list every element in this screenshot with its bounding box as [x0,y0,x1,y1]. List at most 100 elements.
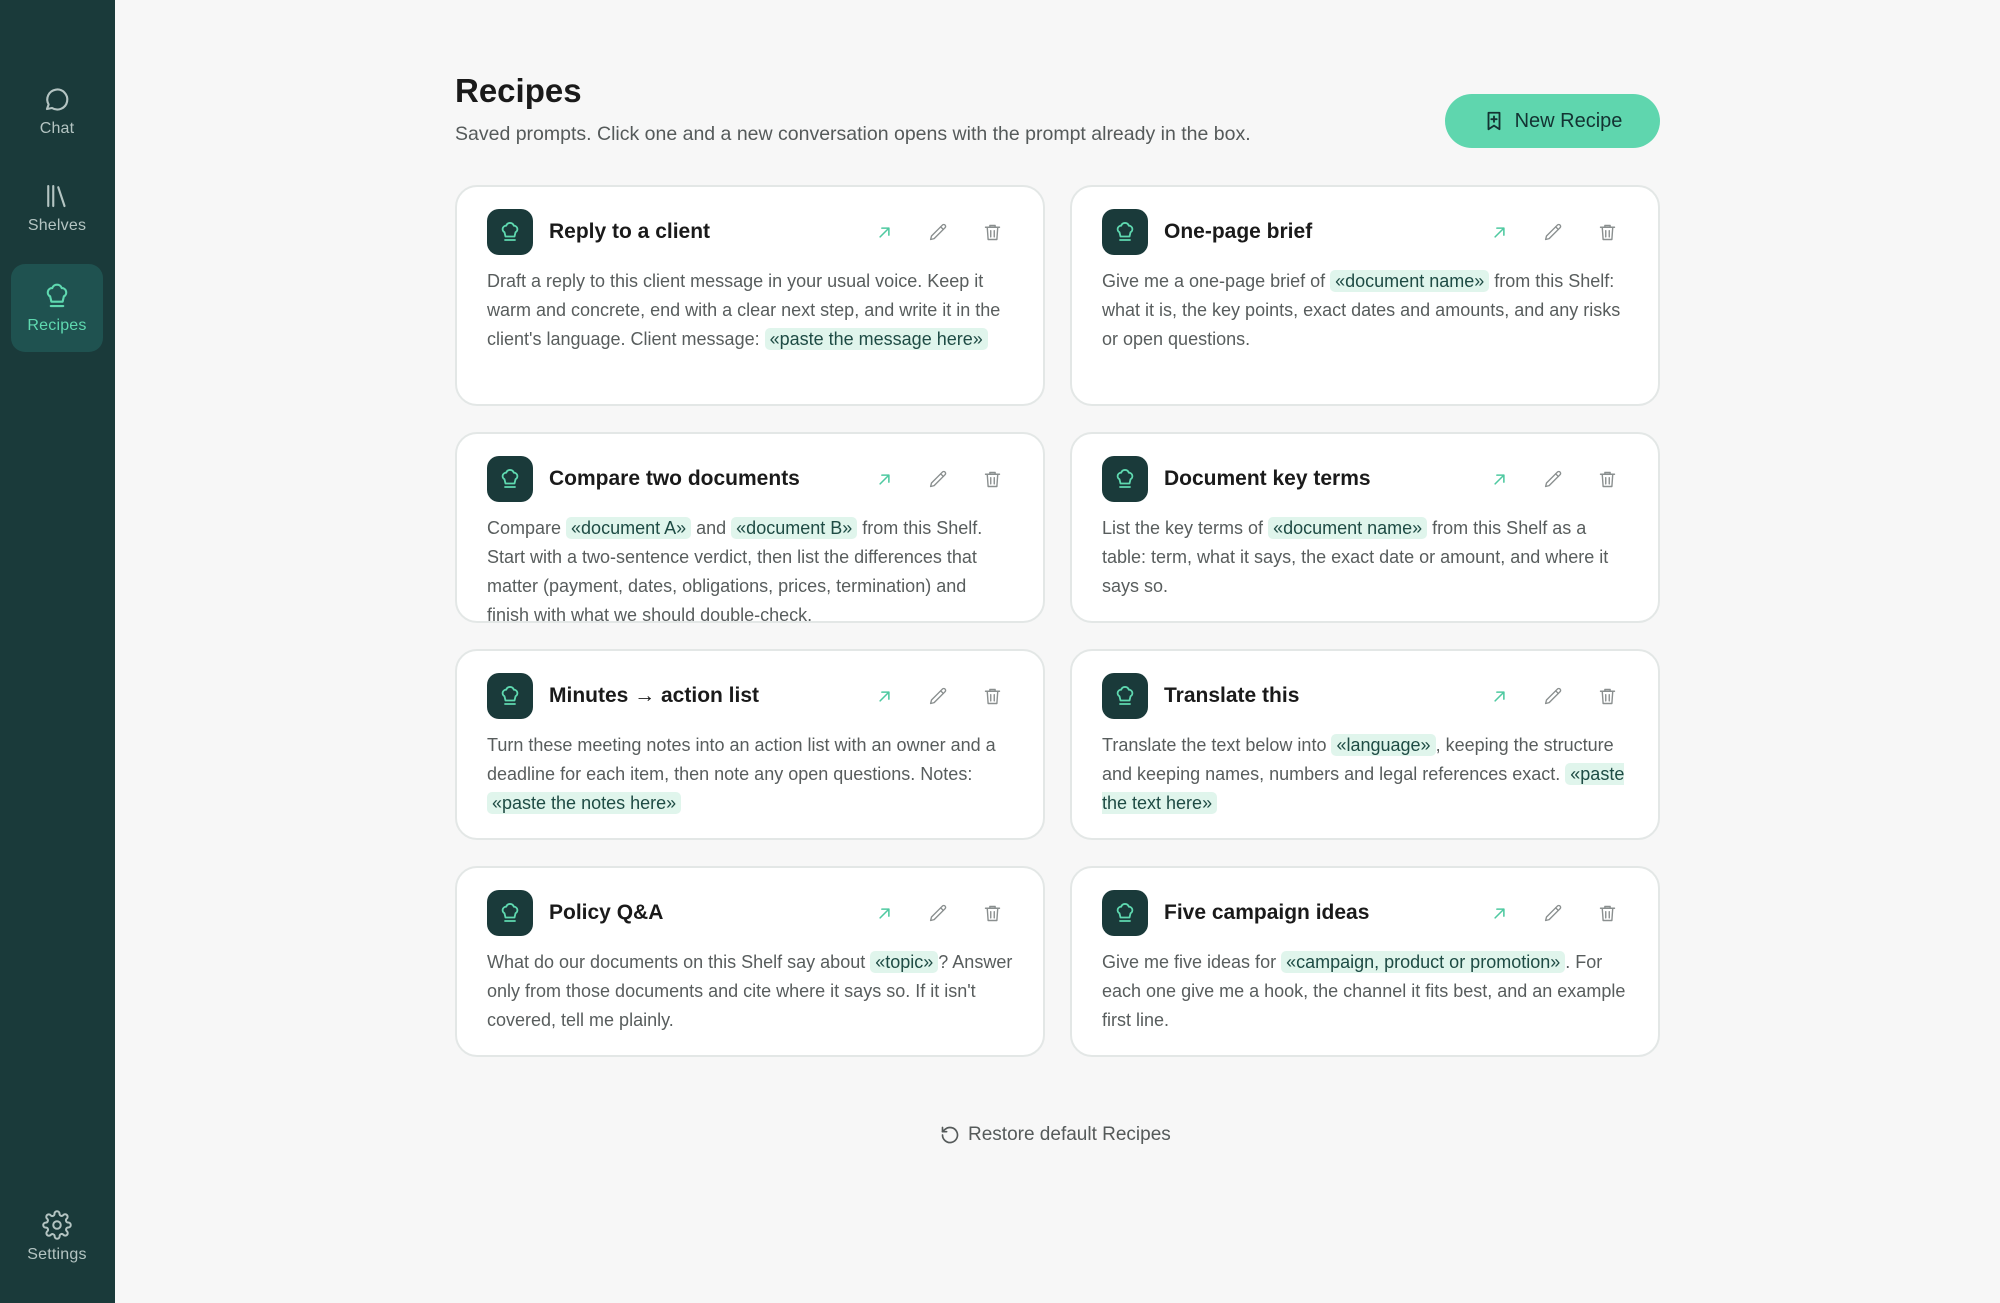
arrow-up-right-icon [878,907,890,919]
nav-item-chat[interactable]: Chat [11,67,103,155]
new-recipe-button[interactable]: New Recipe [1445,94,1660,148]
recipe-header: Minutes → action list [487,673,1013,719]
nav-item-recipes[interactable]: Recipes [11,264,103,352]
placeholder-token: «campaign, product or promotion» [1281,951,1566,973]
pencil-icon [1544,904,1561,921]
recipe-card[interactable]: Document key terms List the key terms of … [1070,432,1660,623]
restore-defaults-button[interactable]: Restore default Recipes [940,1124,1171,1146]
placeholder-token: «language» [1331,734,1436,756]
pencil-icon [929,904,946,921]
trash-icon [1599,471,1615,487]
pencil-icon [929,223,946,240]
recipe-text: and [691,518,732,538]
recipe-card[interactable]: Policy Q&A What do our documents on this … [455,866,1045,1057]
recipe-prompt: Translate the text below into «language»… [1102,731,1628,818]
recipe-card[interactable]: One-page brief Give me a one-page brief o… [1070,185,1660,406]
rotate-ccw-icon [941,1126,959,1144]
recipe-title: Document key terms [1164,467,1371,490]
recipe-text: Give me a one-page brief of [1102,271,1331,291]
edit-recipe-button[interactable] [911,212,965,252]
delete-recipe-button[interactable] [1580,893,1634,933]
recipe-text: Turn these meeting notes into an action … [487,735,996,784]
trash-icon [1599,905,1615,921]
recipe-title: Minutes → action list [549,684,760,707]
pencil-icon [929,470,946,487]
recipe-card[interactable]: Translate this Translate the text below i… [1070,649,1660,840]
delete-recipe-button[interactable] [965,212,1019,252]
recipe-header: Translate this [1102,673,1628,719]
recipe-header: One-page brief [1102,209,1628,255]
nav-label-chat: Chat [39,120,75,137]
arrow-up-right-icon [1493,473,1505,485]
edit-recipe-button[interactable] [1526,459,1580,499]
recipe-header: Policy Q&A [487,890,1013,936]
recipe-card[interactable]: Compare two documents Compare «document A… [455,432,1045,625]
delete-recipe-button[interactable] [1580,212,1634,252]
chef-hat-icon [501,222,519,241]
edit-recipe-button[interactable] [1526,676,1580,716]
recipe-text: Compare [487,518,567,538]
trash-icon [1599,688,1615,704]
delete-recipe-button[interactable] [965,459,1019,499]
pencil-icon [1544,687,1561,704]
recipe-title: Policy Q&A [549,901,664,924]
placeholder-token: «document B» [731,517,858,539]
main-content: Recipes Saved prompts. Click one and a n… [455,0,1660,1303]
recipe-card[interactable]: Minutes → action list Turn these meeting … [455,649,1045,840]
recipe-prompt: Draft a reply to this client message in … [487,267,1013,354]
recipe-actions [1472,212,1634,252]
edit-recipe-button[interactable] [911,459,965,499]
recipe-prompt: Compare «document A» and «document B» fr… [487,514,1013,630]
arrow-up-right-icon [878,226,890,238]
placeholder-token: «document name» [1268,517,1428,539]
recipe-actions [857,893,1019,933]
open-recipe-button[interactable] [857,212,911,252]
nav-item-shelves[interactable]: Shelves [11,164,103,252]
recipe-prompt: Give me five ideas for «campaign, produc… [1102,948,1628,1035]
bookmark-plus-icon [1487,111,1500,131]
edit-recipe-button[interactable] [1526,893,1580,933]
recipe-actions [857,459,1019,499]
recipe-prompt: Turn these meeting notes into an action … [487,731,1013,818]
recipe-title: Translate this [1164,684,1300,707]
chef-hat-icon [501,686,519,705]
recipe-icon-tile [1102,456,1148,502]
open-recipe-button[interactable] [1472,459,1526,499]
arrow-up-right-icon [878,690,890,702]
delete-recipe-button[interactable] [965,893,1019,933]
pencil-icon [929,687,946,704]
trash-icon [984,688,1000,704]
edit-recipe-button[interactable] [1526,212,1580,252]
open-recipe-button[interactable] [1472,676,1526,716]
recipe-header: Five campaign ideas [1102,890,1628,936]
placeholder-token: «document name» [1330,270,1490,292]
recipe-icon-tile [487,890,533,936]
open-recipe-button[interactable] [857,459,911,499]
placeholder-token: «paste the notes here» [487,792,682,814]
edit-recipe-button[interactable] [911,676,965,716]
recipe-actions [857,676,1019,716]
edit-recipe-button[interactable] [911,893,965,933]
page-title: Recipes [455,72,582,109]
chef-hat-icon [1116,686,1134,705]
open-recipe-button[interactable] [857,893,911,933]
delete-recipe-button[interactable] [1580,676,1634,716]
delete-recipe-button[interactable] [1580,459,1634,499]
open-recipe-button[interactable] [1472,212,1526,252]
recipe-title: Reply to a client [549,220,711,243]
recipe-header: Reply to a client [487,209,1013,255]
chef-hat-icon [1116,903,1134,922]
pencil-icon [1544,223,1561,240]
recipe-card[interactable]: Five campaign ideas Give me five ideas fo… [1070,866,1660,1057]
recipe-header: Document key terms [1102,456,1628,502]
recipe-actions [857,212,1019,252]
recipe-card[interactable]: Reply to a client Draft a reply to this c… [455,185,1045,406]
nav-item-settings[interactable]: Settings [11,1193,103,1281]
recipe-icon-tile [487,209,533,255]
open-recipe-button[interactable] [1472,893,1526,933]
open-recipe-button[interactable] [857,676,911,716]
arrow-up-right-icon [1493,226,1505,238]
delete-recipe-button[interactable] [965,676,1019,716]
nav-label-recipes: Recipes [27,317,87,334]
sidebar: Chat Shelves Recipes Settings [0,0,115,1303]
